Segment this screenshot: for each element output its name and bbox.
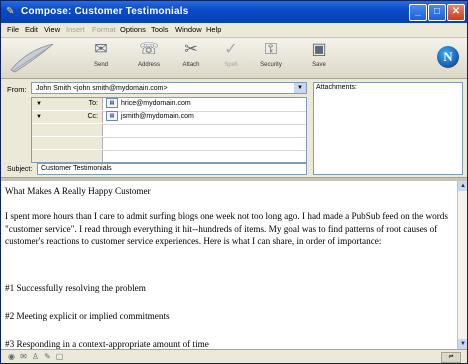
- maximize-button[interactable]: □: [428, 4, 446, 21]
- window-title: Compose: Customer Testimonials: [21, 6, 189, 17]
- online-status-icon[interactable]: ⇌: [441, 352, 461, 363]
- spell-button[interactable]: ✓ Spell: [213, 40, 249, 76]
- address-row-empty[interactable]: [32, 150, 306, 163]
- scroll-up-icon[interactable]: ▲: [458, 181, 467, 191]
- subject-label: Subject:: [7, 166, 33, 173]
- netscape-logo: N: [437, 46, 459, 68]
- attachments-label: Attachments:: [316, 84, 357, 91]
- to-address[interactable]: hrice@mydomain.com: [121, 100, 191, 107]
- quill-icon: [10, 43, 54, 73]
- from-select[interactable]: John Smith <john smith@mydomain.com> ▼: [31, 82, 307, 94]
- menu-options[interactable]: Options: [120, 25, 146, 34]
- chevron-down-icon: ▼: [36, 114, 42, 120]
- address-card-icon: ▤: [106, 111, 118, 122]
- status-bar: ◉ ✉ ♙ ✎ ▢ ⇌: [1, 349, 467, 363]
- composer-icon[interactable]: ✎: [43, 352, 52, 361]
- body-item-3: #3 Responding in a context-appropriate a…: [5, 339, 209, 349]
- body-heading: What Makes A Really Happy Customer: [5, 186, 151, 196]
- mail-icon[interactable]: ✉: [19, 352, 28, 361]
- attachments-pane[interactable]: Attachments:: [313, 82, 463, 175]
- body-scrollbar[interactable]: ▲ ▼: [457, 181, 467, 349]
- toolbar: ✉ Send ☏ Address ✂ Attach ✓ Spell ⚿ Secu…: [1, 38, 467, 79]
- from-value: John Smith <john smith@mydomain.com>: [36, 85, 168, 92]
- save-button[interactable]: ▣ Save: [301, 40, 337, 76]
- address-row-empty[interactable]: [32, 137, 306, 151]
- body-paragraph: I spent more hours than I care to admit …: [5, 211, 448, 246]
- compose-window: ✎ Compose: Customer Testimonials _ □ ✕ F…: [0, 0, 468, 364]
- address-icon: ☏: [138, 41, 159, 58]
- chevron-down-icon[interactable]: ▼: [294, 83, 306, 93]
- menu-bar: File Edit View Insert Format Options Too…: [1, 23, 467, 38]
- menu-edit[interactable]: Edit: [25, 25, 38, 34]
- address-button[interactable]: ☏ Address: [131, 40, 167, 76]
- attach-button[interactable]: ✂ Attach: [173, 40, 209, 76]
- attach-icon: ✂: [184, 41, 198, 58]
- subject-input[interactable]: Customer Testimonials: [37, 163, 307, 175]
- send-icon: ✉: [94, 41, 108, 58]
- close-button[interactable]: ✕: [447, 4, 465, 21]
- address-row-cc[interactable]: ▼ Cc: ▤ jsmith@mydomain.com: [32, 111, 306, 125]
- message-header: From: John Smith <john smith@mydomain.co…: [1, 79, 467, 177]
- scroll-down-icon[interactable]: ▼: [458, 339, 467, 349]
- body-item-2: #2 Meeting explicit or implied commitmen…: [5, 311, 170, 321]
- address-list: ▼ To: ▤ hrice@mydomain.com ▼ Cc: ▤ jsmith@…: [31, 97, 307, 163]
- menu-insert[interactable]: Insert: [66, 25, 85, 34]
- address-row-empty[interactable]: [32, 124, 306, 138]
- menu-file[interactable]: File: [7, 25, 19, 34]
- security-icon: ⚿: [264, 41, 278, 58]
- body-item-1: #1 Successfully resolving the problem: [5, 283, 146, 293]
- cc-address[interactable]: jsmith@mydomain.com: [121, 113, 194, 120]
- address-type-cc[interactable]: ▼ Cc:: [32, 111, 103, 123]
- navigator-icon[interactable]: ◉: [7, 352, 16, 361]
- address-card-icon: ▤: [106, 98, 118, 109]
- menu-tools[interactable]: Tools: [151, 25, 169, 34]
- menu-window[interactable]: Window: [175, 25, 202, 34]
- message-body[interactable]: What Makes A Really Happy Customer I spe…: [1, 181, 457, 349]
- from-label: From:: [7, 85, 27, 94]
- people-icon[interactable]: ♙: [31, 352, 40, 361]
- chevron-down-icon: ▼: [36, 101, 42, 107]
- send-button[interactable]: ✉ Send: [83, 40, 119, 76]
- address-type-to[interactable]: ▼ To:: [32, 98, 103, 110]
- title-bar[interactable]: ✎ Compose: Customer Testimonials _ □ ✕: [1, 1, 467, 23]
- menu-format[interactable]: Format: [92, 25, 116, 34]
- address-row-to[interactable]: ▼ To: ▤ hrice@mydomain.com: [32, 98, 306, 112]
- menu-help[interactable]: Help: [206, 25, 221, 34]
- security-button[interactable]: ⚿ Security: [253, 40, 289, 76]
- chat-icon[interactable]: ▢: [55, 352, 64, 361]
- compose-app-icon: ✎: [6, 6, 15, 17]
- menu-view[interactable]: View: [44, 25, 60, 34]
- save-icon: ▣: [311, 41, 327, 58]
- spell-icon: ✓: [224, 41, 238, 58]
- minimize-button[interactable]: _: [409, 4, 427, 21]
